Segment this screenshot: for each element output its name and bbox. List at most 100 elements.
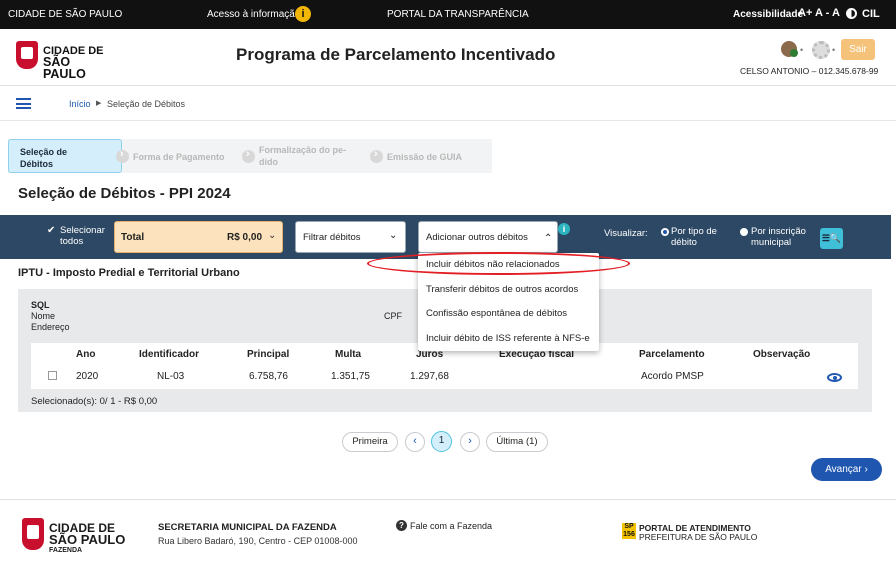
cell-principal: 6.758,76 xyxy=(249,371,288,382)
view-by-registration-label[interactable]: Por inscrição municipal xyxy=(751,226,815,248)
sql-label: SQL xyxy=(31,300,50,310)
step-label: Formalização do pe-dido xyxy=(259,145,347,167)
access-info-link[interactable]: Acesso à informação xyxy=(207,9,300,20)
col-header: Ano xyxy=(76,349,96,360)
cell-identifier: NL-03 xyxy=(157,371,185,382)
view-by-registration-radio[interactable] xyxy=(740,228,748,236)
cell-installment: Acordo PMSP xyxy=(641,371,704,382)
footer-logo-line2: SÃO PAULO xyxy=(49,532,126,547)
city-logo[interactable]: CIDADE DE SÃO PAULO xyxy=(16,41,116,80)
prev-page-button[interactable]: ‹ xyxy=(405,432,425,452)
footer-address: Rua Libero Badaró, 190, Centro - CEP 010… xyxy=(158,536,358,546)
chevron-up-icon: ⌃ xyxy=(544,233,553,244)
chevron-down-icon: ⌄ xyxy=(268,230,277,241)
user-avatar-icon[interactable] xyxy=(781,41,798,57)
step-arrow-icon xyxy=(370,148,383,163)
step-label: Forma de Pagamento xyxy=(133,152,225,162)
font-increase-button[interactable]: A+ xyxy=(798,7,812,19)
info-icon[interactable]: i xyxy=(558,223,570,235)
total-label: Total xyxy=(121,232,145,243)
settings-gear-icon[interactable] xyxy=(812,41,830,59)
step-arrow-icon xyxy=(242,148,255,163)
filter-label: Filtrar débitos xyxy=(303,232,361,243)
menu-item-transfer-agreements[interactable]: Transferir débitos de outros acordos xyxy=(426,284,578,295)
row-checkbox[interactable] xyxy=(48,371,57,380)
progress-stepper: Seleção de Débitos Forma de Pagamento Fo… xyxy=(8,139,492,173)
step-label: Seleção de Débitos xyxy=(20,147,68,169)
last-page-button[interactable]: Última (1) xyxy=(486,432,548,452)
eye-icon[interactable] xyxy=(827,373,842,382)
menu-dot: • xyxy=(800,45,804,55)
total-dropdown[interactable]: Total R$ 0,00 ⌄ xyxy=(114,221,283,253)
hamburger-menu-icon[interactable] xyxy=(16,98,31,109)
font-reset-button[interactable]: A xyxy=(832,7,840,19)
view-by-type-radio[interactable] xyxy=(661,228,669,236)
step-guide-emission: Emissão de GUIA xyxy=(370,139,490,173)
breadcrumb-separator-icon: ▶ xyxy=(96,100,102,107)
name-label: Nome xyxy=(31,311,56,321)
font-decrease-button[interactable]: A - xyxy=(815,7,829,19)
site-header: CIDADE DE SÃO PAULO Programa de Parcelam… xyxy=(0,29,896,86)
cpf-label: CPF xyxy=(384,311,402,321)
step-label: Emissão de GUIA xyxy=(387,152,463,162)
transparency-portal-link[interactable]: PORTAL DA TRANSPARÊNCIA xyxy=(387,9,529,20)
cell-fine: 1.351,75 xyxy=(331,371,370,382)
breadcrumb: Início ▶ Seleção de Débitos xyxy=(0,86,896,121)
service-portal-subtitle: PREFEITURA DE SÃO PAULO xyxy=(639,532,758,542)
breadcrumb-current: Seleção de Débitos xyxy=(107,99,186,109)
fazenda-logo[interactable]: CIDADE DE SÃO PAULO FAZENDA xyxy=(22,518,132,556)
footer-secretaria: SECRETARIA MUNICIPAL DA FAZENDA xyxy=(158,522,337,533)
step-payment-method: Forma de Pagamento xyxy=(116,139,238,173)
menu-item-iss-nfse[interactable]: Incluir débito de ISS referente à NFS-e xyxy=(426,333,590,344)
selection-summary: Selecionado(s): 0/ 1 - R$ 0,00 xyxy=(31,396,158,407)
section-title: IPTU - Imposto Predial e Territorial Urb… xyxy=(18,267,240,279)
next-page-button[interactable]: › xyxy=(460,432,480,452)
site-footer: CIDADE DE SÃO PAULO FAZENDA SECRETARIA M… xyxy=(0,499,896,561)
col-header: Observação xyxy=(753,349,811,360)
menu-item-spontaneous-confession[interactable]: Confissão espontânea de débitos xyxy=(426,308,567,319)
crest-icon xyxy=(16,41,38,69)
gov-top-bar: CIDADE DE SÃO PAULO Acesso à informação … xyxy=(0,0,896,29)
col-header: Multa xyxy=(335,349,362,360)
info-icon[interactable]: i xyxy=(295,6,311,22)
step-debt-selection[interactable]: Seleção de Débitos xyxy=(8,139,122,173)
col-header: Parcelamento xyxy=(639,349,705,360)
view-by-type-label[interactable]: Por tipo de débito xyxy=(671,226,731,248)
col-header: Identificador xyxy=(139,349,200,360)
chevron-down-icon: ⌄ xyxy=(389,230,398,241)
select-all-label[interactable]: Selecionar todos xyxy=(60,225,110,247)
cell-interest: 1.297,68 xyxy=(410,371,449,382)
user-identity: CELSO ANTONIO – 012.345.678-99 xyxy=(740,66,879,76)
page-number-button[interactable]: 1 xyxy=(431,431,452,452)
breadcrumb-home-link[interactable]: Início xyxy=(69,99,91,109)
step-arrow-icon xyxy=(116,148,129,163)
step-order-formalization: Formalização do pe-dido xyxy=(242,139,367,173)
next-step-button[interactable]: Avançar › xyxy=(811,458,882,481)
view-label: Visualizar: xyxy=(604,228,648,239)
contact-link[interactable]: Fale com a Fazenda xyxy=(410,521,492,531)
crest-icon xyxy=(22,518,44,550)
total-value: R$ 0,00 xyxy=(227,232,263,243)
accessibility-link[interactable]: Acessibilidade xyxy=(733,9,803,20)
address-label: Endereço xyxy=(31,322,70,332)
add-other-label: Adicionar outros débitos xyxy=(426,232,528,243)
help-icon[interactable]: ? xyxy=(396,520,407,531)
sp156-badge-icon[interactable]: SP 156 xyxy=(622,523,636,539)
footer-logo-line3: FAZENDA xyxy=(49,547,83,554)
cil-link[interactable]: CIL xyxy=(862,8,880,20)
app-title: Programa de Parcelamento Incentivado xyxy=(236,45,556,64)
logo-line2: SÃO PAULO xyxy=(43,55,86,81)
col-header: Principal xyxy=(247,349,290,360)
city-label[interactable]: CIDADE DE SÃO PAULO xyxy=(8,9,122,20)
cell-year: 2020 xyxy=(76,371,99,382)
highlight-annotation xyxy=(367,252,630,275)
page-title: Seleção de Débitos - PPI 2024 xyxy=(18,185,231,202)
first-page-button[interactable]: Primeira xyxy=(342,432,398,452)
filter-debts-select[interactable]: Filtrar débitos ⌄ xyxy=(295,221,406,253)
menu-dot: • xyxy=(832,45,836,55)
logout-button[interactable]: Sair xyxy=(841,39,875,60)
select-all-checkbox[interactable]: ✔ xyxy=(47,226,57,236)
contrast-icon[interactable] xyxy=(846,8,857,19)
add-other-debts-select[interactable]: Adicionar outros débitos ⌃ xyxy=(418,221,558,253)
search-list-button[interactable]: ☰🔍 xyxy=(820,228,843,249)
